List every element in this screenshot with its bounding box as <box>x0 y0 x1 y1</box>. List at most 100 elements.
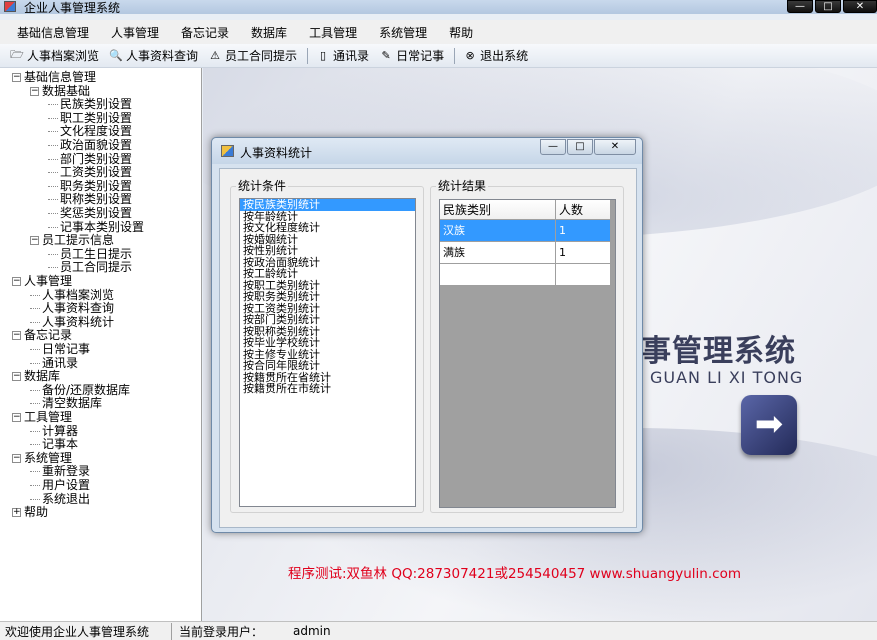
maximize-button[interactable]: □ <box>815 0 841 13</box>
toolbar-button[interactable]: ⚠ 员工合同提示 <box>208 47 297 64</box>
tree-node[interactable]: 职称类别设置 <box>48 193 132 206</box>
tree-connector <box>48 185 58 187</box>
minimize-button[interactable]: — <box>787 0 813 13</box>
close-button[interactable]: ✕ <box>843 0 877 13</box>
table-cell[interactable]: 1 <box>556 220 611 242</box>
tree-node[interactable]: 通讯录 <box>30 355 79 370</box>
tree-node[interactable]: 记事本 <box>30 438 78 451</box>
navigation-tree[interactable]: − 基础信息管理 − 数据基础 民族类别设置 职工类别设置 文化程度设置 政治面貌设置 部门类别… <box>0 68 202 621</box>
toolbar-button[interactable]: 🔍 人事资料查询 <box>109 47 198 64</box>
tree-node[interactable]: 员工生日提示 <box>48 247 132 261</box>
tree-node[interactable]: 政治面貌设置 <box>48 139 132 152</box>
tree-node[interactable]: 备份/还原数据库 <box>30 383 130 397</box>
menu-item[interactable]: 工具管理 <box>298 24 368 41</box>
table-cell[interactable]: 汉族 <box>440 220 556 242</box>
tree-node-label: 基础信息管理 <box>24 70 97 84</box>
tree-node[interactable]: 系统退出 <box>30 492 90 506</box>
menu-item[interactable]: 系统管理 <box>368 24 438 41</box>
tree-node-label: 数据基础 <box>42 83 91 98</box>
tree-node-label: 职工类别设置 <box>60 110 133 125</box>
collapse-icon[interactable]: − <box>12 372 21 382</box>
conditions-listbox[interactable]: 按民族类别统计 按年龄统计 按文化程度统计 按婚姻统计 按性别统计 按政治面貌统计 按工龄统… <box>239 198 416 507</box>
tree-node-label: 帮助 <box>24 505 49 520</box>
credits-text: 程序测试:双鱼林 QQ:287307421或254540457 www.shua… <box>288 566 741 582</box>
menu-item[interactable]: 数据库 <box>240 24 298 41</box>
tree-node[interactable]: 计算器 <box>30 424 78 438</box>
tree-node[interactable]: − 员工提示信息 <box>30 234 114 247</box>
expand-icon[interactable]: + <box>12 508 21 518</box>
tree-node[interactable]: 人事档案浏览 <box>30 288 114 302</box>
table-cell[interactable]: 1 <box>556 242 611 264</box>
tree-node[interactable]: 工资类别设置 <box>48 166 132 179</box>
tree-connector <box>30 349 40 350</box>
table-row[interactable]: 汉族 1 <box>440 220 611 242</box>
tree-node[interactable]: − 人事管理 <box>12 275 72 288</box>
list-item[interactable]: 按合同年限统计 <box>240 360 415 372</box>
collapse-icon[interactable]: − <box>12 453 21 463</box>
list-item[interactable]: 按毕业学校统计 <box>240 337 415 349</box>
table-cell[interactable] <box>556 264 611 286</box>
tree-node-label: 工资类别设置 <box>60 165 133 180</box>
toolbar-button-label: 人事档案浏览 <box>27 49 100 63</box>
tree-connector <box>30 308 40 310</box>
tree-node[interactable]: + 帮助 <box>12 506 48 519</box>
tree-node-label: 数据库 <box>24 369 61 384</box>
tree-node[interactable]: − 备忘记录 <box>12 329 72 342</box>
list-item[interactable]: 按性别统计 <box>240 245 415 257</box>
column-header[interactable]: 人数 <box>556 200 611 220</box>
list-item[interactable]: 按工龄统计 <box>240 268 415 280</box>
tree-node[interactable]: 部门类别设置 <box>48 152 132 166</box>
tree-connector <box>30 430 40 432</box>
tree-node[interactable]: 记事本类别设置 <box>48 220 144 234</box>
toolbar-button[interactable]: ▯ 通讯录 <box>316 47 369 64</box>
collapse-icon[interactable]: − <box>30 86 39 96</box>
tree-node[interactable]: 民族类别设置 <box>48 98 132 111</box>
tree-node-label: 通讯录 <box>42 355 79 370</box>
toolbar-button[interactable]: ✎ 日常记事 <box>379 47 444 64</box>
tree-node[interactable]: 重新登录 <box>30 465 90 478</box>
tree-node[interactable]: 人事资料查询 <box>30 302 114 315</box>
tree-node[interactable]: 人事资料统计 <box>30 315 114 329</box>
collapse-icon[interactable]: − <box>12 73 21 82</box>
menu-item[interactable]: 备忘记录 <box>170 24 240 41</box>
tree-node[interactable]: 奖惩类别设置 <box>48 207 132 220</box>
table-row[interactable] <box>440 264 611 286</box>
tree-node[interactable]: 日常记事 <box>30 343 90 356</box>
list-item[interactable]: 按民族类别统计 <box>240 199 415 211</box>
table-cell[interactable]: 满族 <box>440 242 556 264</box>
toolbar-button[interactable]: 🗁 人事档案浏览 <box>10 47 99 64</box>
list-item[interactable]: 按职务类别统计 <box>240 291 415 303</box>
collapse-icon[interactable]: − <box>12 331 21 341</box>
tree-node[interactable]: − 基础信息管理 <box>12 71 96 84</box>
dialog-close-button[interactable]: ✕ <box>594 139 636 155</box>
tree-node[interactable]: 员工合同提示 <box>48 261 132 274</box>
list-item[interactable]: 按籍贯所在市统计 <box>240 383 415 395</box>
collapse-icon[interactable]: − <box>12 277 21 286</box>
tree-node[interactable]: − 系统管理 <box>12 451 72 465</box>
table-row[interactable]: 满族 1 <box>440 242 611 264</box>
menu-item[interactable]: 基础信息管理 <box>6 24 100 41</box>
tree-node[interactable]: 职工类别设置 <box>48 110 133 125</box>
tree-node[interactable]: − 工具管理 <box>12 411 72 424</box>
tree-node[interactable]: 职务类别设置 <box>48 179 132 193</box>
tree-node[interactable]: − 数据库 <box>12 370 60 383</box>
column-header[interactable]: 民族类别 <box>440 200 556 220</box>
tree-node[interactable]: 文化程度设置 <box>48 125 132 138</box>
collapse-icon[interactable]: − <box>30 236 39 246</box>
menu-item[interactable]: 人事管理 <box>100 24 170 41</box>
collapse-icon[interactable]: − <box>12 413 21 422</box>
list-item[interactable]: 按部门类别统计 <box>240 314 415 326</box>
tree-node[interactable]: 用户设置 <box>30 479 90 492</box>
results-grid[interactable]: 民族类别 人数 汉族 1 满族 1 <box>439 199 616 508</box>
dialog-title-bar: 人事资料统计 — □ ✕ <box>212 138 642 164</box>
toolbar-button[interactable]: ⊗ 退出系统 <box>463 47 528 64</box>
tree-node[interactable]: 清空数据库 <box>30 397 102 410</box>
exit-icon: ⊗ <box>465 49 475 62</box>
list-item[interactable]: 按文化程度统计 <box>240 222 415 234</box>
table-cell[interactable] <box>440 264 556 286</box>
dialog-minimize-button[interactable]: — <box>540 139 566 155</box>
tree-connector <box>30 294 40 296</box>
dialog-maximize-button[interactable]: □ <box>567 139 593 155</box>
tree-node[interactable]: − 数据基础 <box>30 83 91 98</box>
menu-item[interactable]: 帮助 <box>438 24 484 41</box>
